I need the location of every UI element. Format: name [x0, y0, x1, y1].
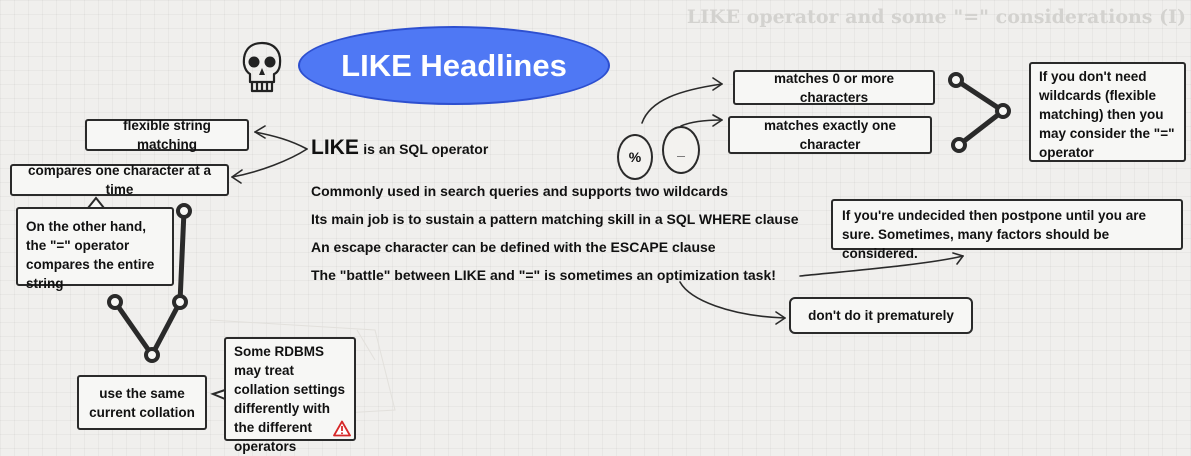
- no-wildcards-box: If you don't need wildcards (flexible ma…: [1029, 62, 1186, 162]
- percent-desc-box: matches 0 or more characters: [733, 70, 935, 105]
- rdbms-text: Some RDBMS may treat collation settings …: [234, 344, 346, 454]
- collation-box: use the same current collation: [77, 375, 207, 430]
- undecided-box: If you're undecided then postpone until …: [831, 199, 1183, 261]
- skull-icon: [240, 40, 284, 94]
- like-statement: LIKE is an SQL operator: [311, 136, 488, 160]
- center-line-3: An escape character can be defined with …: [311, 239, 716, 255]
- center-line-4: The "battle" between LIKE and "=" is som…: [311, 267, 776, 283]
- headline-ellipse: LIKE Headlines: [298, 26, 610, 105]
- center-line-1: Commonly used in search queries and supp…: [311, 183, 728, 199]
- headline-text: LIKE Headlines: [341, 47, 567, 83]
- flexible-box: flexible string matching: [85, 118, 249, 152]
- underscore-wildcard-icon: _: [662, 126, 700, 174]
- like-rest: is an SQL operator: [363, 141, 489, 157]
- like-word: LIKE: [311, 136, 359, 159]
- percent-wildcard-icon: %: [617, 134, 653, 180]
- center-line-2: Its main job is to sustain a pattern mat…: [311, 211, 799, 227]
- other-hand-box: On the other hand, the "=" operator comp…: [16, 207, 174, 291]
- underscore-desc-box: matches exactly one character: [728, 116, 932, 154]
- premature-box: don't do it prematurely: [789, 297, 973, 334]
- compares-box: compares one character at a time: [10, 163, 229, 197]
- warning-icon: [333, 420, 351, 437]
